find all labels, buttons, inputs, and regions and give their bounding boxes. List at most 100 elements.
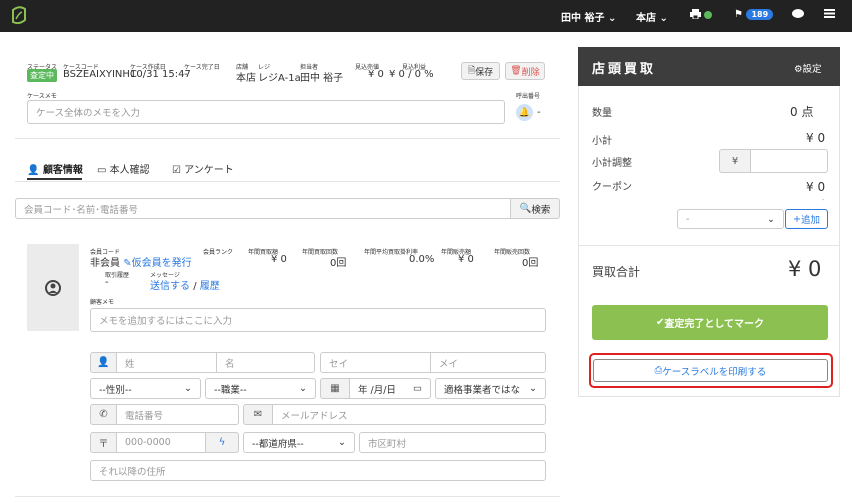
postal-code-input[interactable]: 000-0000	[116, 432, 206, 453]
birthday-value: 年 /月/日	[358, 384, 396, 396]
printer-status[interactable]	[690, 9, 713, 22]
lightning-icon[interactable]: ϟ	[205, 432, 239, 453]
chat-icon[interactable]	[792, 9, 804, 22]
calendar-picker-icon[interactable]: ▭	[413, 383, 422, 394]
coupon-value: ¥ 0	[806, 180, 826, 194]
customer-memo-label: 顧客メモ	[90, 299, 115, 306]
tab-survey-label: アンケート	[184, 165, 234, 176]
total-value: ¥ 0	[788, 257, 822, 281]
member-rank-label: 会員ランク	[203, 249, 234, 256]
plus-icon: +	[793, 213, 801, 225]
completed-date: -	[184, 69, 188, 80]
first-name-input[interactable]: 名	[216, 352, 315, 373]
trash-icon: 🗑	[510, 66, 522, 76]
menu-icon[interactable]	[824, 9, 835, 21]
coupon-select[interactable]: - ⌄	[677, 209, 784, 229]
edit-icon: ✎	[123, 258, 132, 269]
phone-input[interactable]: 電話番号	[116, 404, 239, 425]
search-icon: 🔍	[519, 203, 532, 214]
avatar	[27, 244, 79, 331]
top-navbar: 田中 裕子 ⌄ 本店 ⌄ ⚑ 189	[0, 0, 852, 32]
chevron-down-icon: ⌄	[184, 383, 192, 394]
checkbox-icon: ☑	[172, 165, 181, 176]
avg-rate: 0.0%	[409, 254, 435, 265]
message-history-link[interactable]: 履歴	[200, 281, 220, 292]
job-select[interactable]: --職業-- ⌄	[205, 378, 316, 399]
prefecture-select-value: --都道府県--	[252, 438, 304, 450]
subtotal-label: 小計	[592, 136, 612, 147]
register-value: レジA-1a	[258, 73, 301, 84]
issue-temp-member-link[interactable]: ✎仮会員を発行	[123, 258, 191, 269]
send-message-link[interactable]: 送信する	[150, 281, 190, 292]
annual-sale-amount: ¥ 0	[458, 254, 474, 265]
tab-survey[interactable]: ☑ アンケート	[172, 161, 234, 176]
calendar-icon: ▦	[320, 378, 350, 399]
business-select[interactable]: 適格事業者ではな ⌄	[435, 378, 546, 399]
case-code: BSZEAIXYINHC	[63, 69, 137, 80]
total-label: 買取合計	[592, 265, 641, 279]
panel-title: 店頭買取	[592, 62, 657, 77]
status-badge: 査定中	[27, 69, 57, 82]
search-button[interactable]: 🔍 検索	[510, 198, 560, 219]
separator: /	[193, 281, 197, 292]
birthday-input[interactable]: 年 /月/日 ▭	[349, 378, 431, 399]
tab-customer-info[interactable]: 👤 顧客情報	[27, 161, 83, 176]
last-kana-input[interactable]: セイ	[320, 352, 431, 373]
tab-customer-info-label: 顧客情報	[42, 165, 83, 176]
print-case-label-button[interactable]: ⎙ ケースラベルを印刷する	[593, 359, 828, 382]
prefecture-select[interactable]: --都道府県-- ⌄	[243, 432, 355, 453]
gender-select[interactable]: --性別-- ⌄	[90, 378, 201, 399]
gender-select-value: --性別--	[99, 384, 132, 396]
address-input[interactable]: それ以降の住所	[90, 460, 546, 481]
city-input[interactable]: 市区町村	[359, 432, 546, 453]
member-type-value: 非会員	[90, 258, 120, 269]
customer-memo-input[interactable]: メモを追加するにはここに入力	[90, 308, 546, 332]
coupon-select-value: -	[686, 213, 690, 225]
user-menu[interactable]: 田中 裕子 ⌄	[561, 9, 616, 24]
postal-icon: 〒	[90, 432, 117, 453]
save-button[interactable]: 🗎 保存	[461, 62, 500, 80]
settings-button[interactable]: ⚙設定	[794, 61, 822, 75]
save-icon: 🗎	[467, 66, 476, 76]
quantity-value: 0 点	[790, 105, 814, 119]
coupon-label: クーポン	[592, 182, 632, 193]
bell-icon[interactable]: 🔔	[516, 104, 533, 121]
store-menu[interactable]: 本店 ⌄	[636, 9, 668, 24]
shop-value: 本店	[236, 73, 256, 84]
user-icon: 👤	[27, 165, 40, 176]
subtotal-adjust-input[interactable]	[750, 149, 828, 173]
chevron-down-icon: ⌄	[659, 13, 668, 24]
flag-icon: ⚑	[734, 9, 743, 20]
person-icon: 👤	[90, 352, 117, 373]
delete-button[interactable]: 🗑 削除	[505, 62, 545, 80]
staff-value: 田中 裕子	[300, 73, 344, 84]
chevron-down-icon: ⌄	[338, 437, 346, 448]
notifications[interactable]: ⚑ 189	[734, 9, 774, 20]
member-type: 非会員 ✎仮会員を発行	[90, 254, 192, 269]
add-coupon-label: 追加	[800, 215, 820, 226]
tab-identity-label: 本人確認	[109, 165, 150, 176]
last-name-input[interactable]: 姓	[116, 352, 217, 373]
gear-icon: ⚙	[794, 64, 803, 75]
email-input[interactable]: メールアドレス	[272, 404, 546, 425]
coupon-sub-value: -	[822, 196, 825, 204]
active-tab-indicator	[27, 178, 82, 180]
add-coupon-button[interactable]: + 追加	[785, 209, 828, 229]
annual-buy-amount: ¥ 0	[271, 254, 287, 265]
settings-label: 設定	[802, 64, 822, 75]
delete-label: 削除	[521, 67, 540, 78]
created-date: 10/31 15:47	[130, 69, 191, 80]
call-number-label: 呼出番号	[516, 93, 541, 100]
chevron-down-icon: ⌄	[529, 383, 537, 394]
call-number-value: -	[537, 107, 541, 118]
search-button-label: 検索	[531, 204, 551, 216]
customer-search-input[interactable]: 会員コード･名前･電話番号	[15, 198, 511, 219]
issue-temp-member-label: 仮会員を発行	[131, 258, 192, 269]
annual-sale-count: 0回	[522, 258, 539, 269]
app-logo-icon[interactable]	[10, 6, 28, 26]
case-memo-input[interactable]: ケース全体のメモを入力	[27, 100, 505, 124]
business-select-value: 適格事業者ではな	[444, 384, 521, 396]
tab-identity[interactable]: ▭ 本人確認	[97, 161, 150, 176]
mark-complete-button[interactable]: ✔ 査定完了としてマーク	[592, 305, 828, 340]
first-kana-input[interactable]: メイ	[430, 352, 546, 373]
